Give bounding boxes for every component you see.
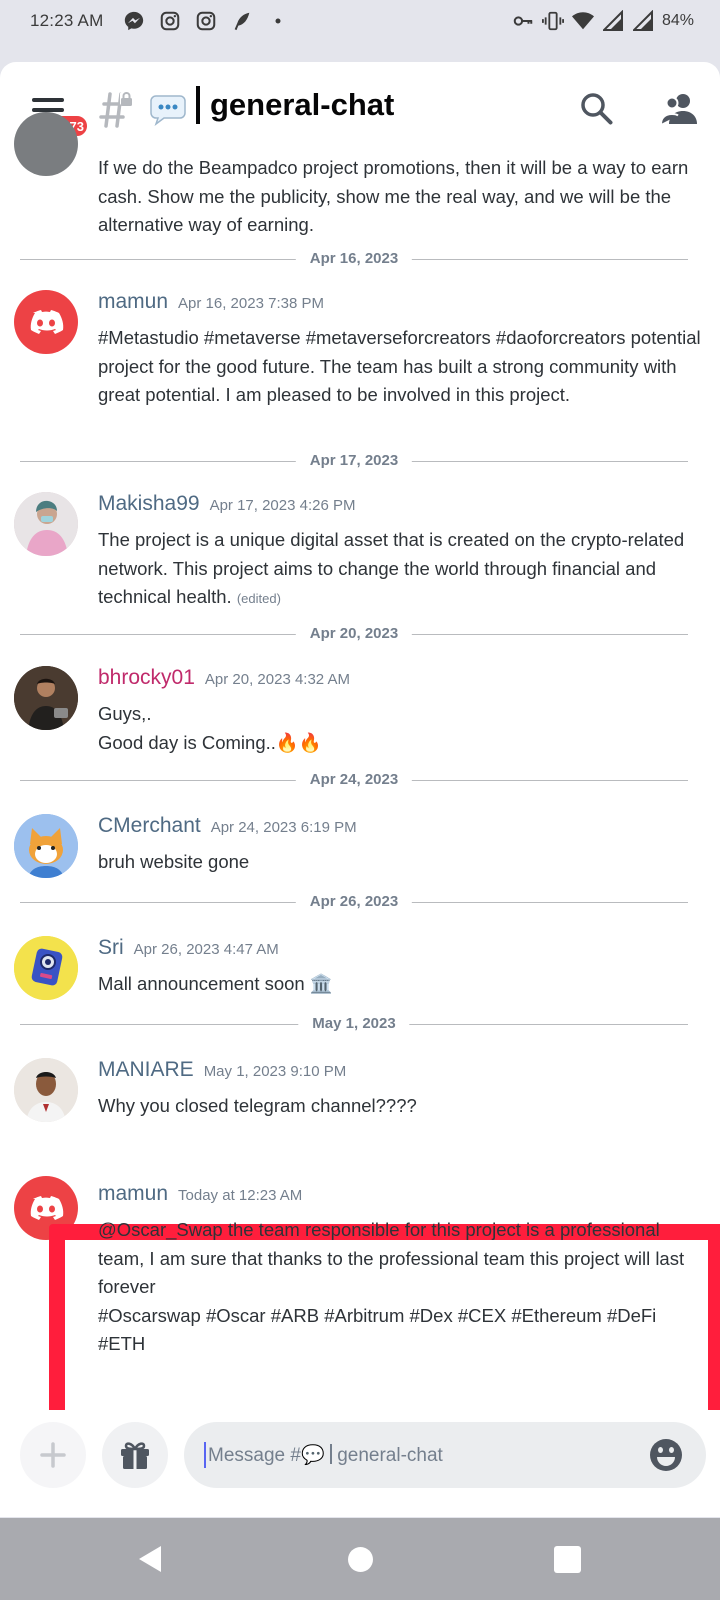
avatar[interactable] — [14, 492, 78, 556]
message-placeholder: Message #💬 general-chat — [208, 1443, 443, 1467]
status-bar: 12:23 AM 84% — [0, 0, 720, 42]
message-text: @Oscar_Swap the team responsible for thi… — [98, 1216, 698, 1359]
members-icon[interactable] — [660, 92, 698, 131]
gift-button[interactable] — [102, 1422, 168, 1488]
avatar[interactable] — [14, 112, 78, 176]
signal-icon — [632, 10, 654, 32]
add-attachment-button[interactable] — [20, 1422, 86, 1488]
date-divider: Apr 16, 2023 — [20, 249, 688, 269]
message-input[interactable]: Message #💬 general-chat — [184, 1422, 706, 1488]
username[interactable]: MANIARE — [98, 1058, 194, 1082]
message-line: @Oscar_Swap the team responsible for thi… — [98, 1219, 685, 1297]
message-text: #Metastudio #metaverse #metaverseforcrea… — [98, 327, 701, 405]
timestamp: Apr 20, 2023 4:32 AM — [204, 671, 350, 688]
message-line: Good day is Coming..🔥🔥 — [98, 731, 322, 753]
status-time: 12:23 AM — [30, 11, 104, 30]
vibrate-icon — [541, 10, 564, 32]
date-label: Apr 16, 2023 — [295, 249, 413, 269]
messenger-icon — [123, 10, 145, 32]
discord-avatar-icon[interactable] — [14, 1176, 78, 1240]
date-label: May 1, 2023 — [298, 1014, 410, 1034]
date-label: Apr 24, 2023 — [295, 770, 413, 790]
message-line: #Oscarswap #Oscar #ARB #Arbitrum #Dex #C… — [98, 1304, 657, 1355]
discord-avatar-icon[interactable] — [14, 290, 78, 354]
channel-name: general-chat — [210, 87, 395, 122]
message-composer: Message #💬 general-chat — [0, 1410, 720, 1517]
avatar[interactable] — [14, 936, 78, 1000]
message-text: If we do the Beampadco project promotion… — [98, 157, 689, 235]
avatar[interactable] — [14, 1058, 78, 1122]
chat-panel: 1673 general-chat — [0, 62, 720, 1517]
battery-level: 84% — [661, 12, 694, 29]
username[interactable]: Sri — [98, 936, 124, 960]
message-line: Guys,. — [98, 703, 152, 724]
dot-icon — [267, 10, 289, 32]
username[interactable]: Makisha99 — [98, 492, 200, 516]
edited-label: (edited) — [236, 591, 281, 606]
message-text: The project is a unique digital asset th… — [98, 526, 708, 614]
recent-apps-icon[interactable] — [554, 1546, 581, 1573]
channel-title: general-chat — [196, 86, 394, 124]
signal-icon — [602, 10, 624, 32]
timestamp: May 1, 2023 9:10 PM — [203, 1063, 347, 1080]
message-body: The project is a unique digital asset th… — [98, 529, 685, 607]
speech-balloon-icon — [150, 94, 186, 131]
emoji-picker-icon[interactable] — [648, 1437, 684, 1478]
placeholder-channel: general-chat — [337, 1445, 443, 1466]
timestamp: Apr 17, 2023 4:26 PM — [209, 497, 356, 514]
gift-icon — [121, 1442, 149, 1469]
date-divider: Apr 24, 2023 — [20, 770, 688, 790]
message-text: Guys,. Good day is Coming..🔥🔥 — [98, 700, 708, 757]
username[interactable]: mamun — [98, 290, 168, 314]
system-navigation-bar — [0, 1518, 720, 1600]
timestamp: Today at 12:23 AM — [178, 1187, 303, 1204]
channel-header: 1673 general-chat — [0, 62, 720, 154]
timestamp: Apr 16, 2023 7:38 PM — [178, 295, 324, 312]
feather-icon — [231, 10, 253, 32]
date-label: Apr 17, 2023 — [295, 451, 413, 471]
username[interactable]: bhrocky01 — [98, 666, 195, 690]
date-divider: Apr 17, 2023 — [20, 451, 688, 471]
placeholder-prefix: Message # — [208, 1445, 301, 1466]
date-divider: Apr 26, 2023 — [20, 892, 688, 912]
avatar[interactable] — [14, 666, 78, 730]
date-divider: May 1, 2023 — [20, 1014, 688, 1034]
home-icon[interactable] — [348, 1547, 373, 1572]
username[interactable]: mamun — [98, 1182, 168, 1206]
avatar[interactable] — [14, 814, 78, 878]
message-text: Mall announcement soon 🏛️ — [98, 973, 333, 994]
key-icon — [512, 10, 534, 32]
search-icon[interactable] — [580, 92, 614, 131]
message-text: bruh website gone — [98, 851, 250, 872]
placeholder-emoji: 💬 — [300, 1445, 325, 1466]
date-label: Apr 20, 2023 — [295, 624, 413, 644]
username[interactable]: CMerchant — [98, 814, 201, 838]
back-icon[interactable] — [137, 1544, 163, 1579]
text-caret — [204, 1442, 206, 1468]
instagram-icon — [195, 10, 217, 32]
instagram-icon — [159, 10, 181, 32]
message-list[interactable]: If we do the Beampadco project promotion… — [0, 112, 720, 1506]
wifi-icon — [571, 10, 594, 32]
message-text: Why you closed telegram channel???? — [98, 1095, 417, 1116]
timestamp: Apr 24, 2023 6:19 PM — [210, 819, 357, 836]
date-label: Apr 26, 2023 — [295, 892, 413, 912]
locked-channel-icon — [96, 90, 136, 135]
timestamp: Apr 26, 2023 4:47 AM — [133, 941, 279, 958]
date-divider: Apr 20, 2023 — [20, 624, 688, 644]
